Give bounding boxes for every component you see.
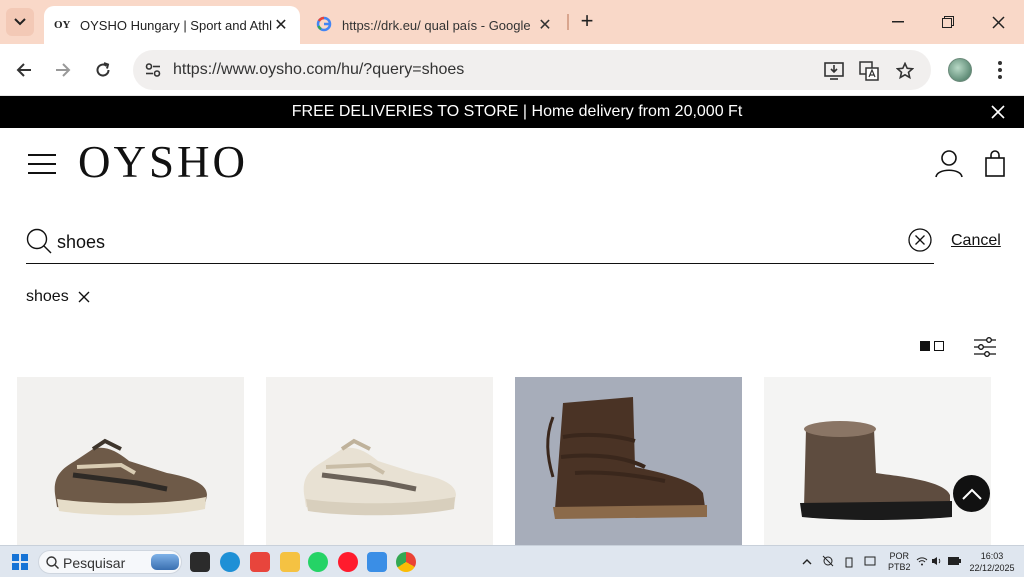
- translate-button[interactable]: [858, 60, 880, 82]
- arrow-left-icon: [16, 63, 31, 77]
- remove-chip-icon[interactable]: [77, 290, 91, 304]
- usb-icon[interactable]: [845, 555, 853, 568]
- close-banner-icon[interactable]: [988, 102, 1008, 122]
- new-tab-button[interactable]: +: [576, 10, 598, 34]
- close-tab-icon[interactable]: ✕: [536, 15, 554, 35]
- site-header: OYSHO: [0, 128, 1024, 198]
- browser-tab-bar: OY OYSHO Hungary | Sport and Athle ✕ htt…: [0, 0, 1024, 44]
- keyboard-layout: PTB2: [888, 562, 911, 572]
- app-red-icon[interactable]: [250, 552, 270, 572]
- minimize-button[interactable]: [878, 8, 918, 36]
- display-icon[interactable]: [864, 556, 876, 566]
- profile-avatar[interactable]: [948, 58, 972, 82]
- opera-icon[interactable]: [338, 552, 358, 572]
- restore-button[interactable]: [928, 8, 968, 36]
- grid-large-icon[interactable]: [920, 341, 930, 351]
- url-text: https://www.oysho.com/hu/?query=shoes: [173, 61, 465, 78]
- filter-icon[interactable]: [973, 337, 997, 357]
- tab-search-button[interactable]: [6, 8, 34, 36]
- back-button[interactable]: [10, 56, 38, 84]
- promo-banner-text: FREE DELIVERIES TO STORE | Home delivery…: [291, 103, 743, 120]
- install-icon: [824, 62, 844, 80]
- close-tab-icon[interactable]: ✕: [272, 15, 290, 35]
- chevron-up-icon[interactable]: [802, 558, 812, 565]
- input-language[interactable]: POR PTB2: [888, 551, 911, 573]
- product-image-sneaker-cream[interactable]: [266, 377, 493, 545]
- product-card[interactable]: [764, 377, 991, 545]
- product-image-lace-boot[interactable]: [515, 377, 742, 545]
- account-icon[interactable]: [934, 148, 964, 178]
- menu-hamburger-icon[interactable]: [28, 154, 56, 174]
- product-image-sneaker-brown[interactable]: [17, 377, 244, 545]
- search-term-chip[interactable]: shoes: [26, 288, 91, 306]
- chevron-up-icon: [961, 488, 982, 500]
- battery-icon[interactable]: [947, 556, 961, 566]
- bookmark-button[interactable]: [894, 60, 916, 82]
- reload-icon: [96, 62, 110, 77]
- oysho-favicon: OY: [54, 19, 71, 31]
- tab-google[interactable]: https://drk.eu/ qual país - Google ✕: [306, 6, 564, 44]
- tab-separator: [567, 14, 569, 30]
- chevron-down-icon: [14, 18, 26, 26]
- translate-icon: [859, 61, 879, 81]
- star-icon: [896, 62, 914, 80]
- clock-date: 22/12/2025: [969, 563, 1015, 573]
- grid-small-icon[interactable]: [934, 341, 944, 351]
- clock-time: 16:03: [980, 551, 1004, 561]
- forward-button[interactable]: [49, 56, 77, 84]
- taskbar-search[interactable]: Pesquisar: [38, 550, 182, 574]
- product-card[interactable]: [17, 377, 244, 545]
- task-view-icon[interactable]: [190, 552, 210, 572]
- tab-title: https://drk.eu/ qual país - Google: [342, 17, 531, 33]
- browser-toolbar: https://www.oysho.com/hu/?query=shoes: [0, 44, 1024, 96]
- hidden-icon[interactable]: [822, 555, 834, 567]
- product-grid: [17, 377, 1007, 545]
- wifi-icon[interactable]: [916, 556, 928, 566]
- back-to-top-button[interactable]: [953, 475, 990, 512]
- language-code: POR: [889, 551, 910, 561]
- restore-icon: [942, 16, 954, 28]
- grid-view-toggle[interactable]: [920, 341, 944, 351]
- oysho-logo[interactable]: OYSHO: [78, 136, 248, 188]
- edge-icon[interactable]: [220, 552, 240, 572]
- tab-title: OYSHO Hungary | Sport and Athle: [80, 17, 272, 33]
- chip-label: shoes: [26, 288, 69, 305]
- site-info-button[interactable]: [141, 58, 165, 82]
- product-image-shearling-boot[interactable]: [764, 377, 991, 545]
- tune-icon: [145, 63, 161, 77]
- system-clock[interactable]: 16:03 22/12/2025: [966, 550, 1018, 574]
- product-card[interactable]: [515, 377, 742, 545]
- search-input[interactable]: shoes: [57, 232, 105, 253]
- product-card[interactable]: [266, 377, 493, 545]
- close-icon: [991, 15, 1005, 29]
- windows-start-icon[interactable]: [12, 554, 28, 570]
- arrow-right-icon: [56, 63, 71, 77]
- tab-oysho[interactable]: OY OYSHO Hungary | Sport and Athle ✕: [44, 6, 300, 44]
- google-icon: [316, 16, 336, 35]
- minimize-icon: [892, 21, 904, 23]
- taskbar-search-label: Pesquisar: [63, 555, 126, 571]
- search-icon: [26, 228, 52, 254]
- whatsapp-icon[interactable]: [308, 552, 328, 572]
- close-window-button[interactable]: [978, 8, 1018, 36]
- reload-button[interactable]: [89, 56, 117, 84]
- file-explorer-icon[interactable]: [280, 552, 300, 572]
- chrome-icon[interactable]: [396, 552, 416, 572]
- search-highlight-icon: [151, 554, 179, 570]
- app-blue-icon[interactable]: [367, 552, 387, 572]
- volume-icon[interactable]: [931, 556, 943, 566]
- address-bar[interactable]: https://www.oysho.com/hu/?query=shoes: [133, 50, 931, 90]
- install-app-button[interactable]: [823, 60, 845, 82]
- shopping-bag-icon[interactable]: [980, 148, 1010, 178]
- browser-menu-button[interactable]: [988, 56, 1012, 84]
- search-icon: [46, 556, 59, 569]
- promo-banner: FREE DELIVERIES TO STORE | Home delivery…: [0, 96, 1024, 128]
- windows-taskbar: Pesquisar POR PTB2 16:03 22/12/2025: [0, 545, 1024, 577]
- clear-search-icon[interactable]: [908, 228, 932, 252]
- cancel-search-link[interactable]: Cancel: [951, 232, 1001, 250]
- search-field[interactable]: shoes: [26, 222, 934, 264]
